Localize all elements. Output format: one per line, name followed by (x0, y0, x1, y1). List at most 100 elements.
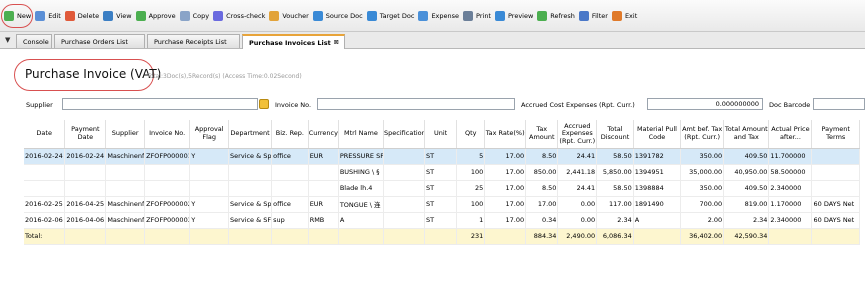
column-header[interactable]: Amt bef. Tax (Rpt. Curr.) (680, 120, 725, 149)
table-row[interactable]: Blade lh.4 ST 25 17.00 8.50 24.41 58.50 1398884… (24, 180, 860, 197)
table-cell: 11.700000 (768, 148, 813, 165)
column-header[interactable]: Payment Date (64, 120, 107, 149)
column-header[interactable]: Qty (456, 120, 486, 149)
new-button[interactable]: New (4, 7, 31, 25)
table-cell (811, 148, 860, 165)
table-cell: ST (424, 148, 458, 165)
target-doc-button[interactable]: Target Doc (366, 7, 415, 25)
tab-purchase-orders-list[interactable]: Purchase Orders List (54, 34, 145, 48)
table-row[interactable]: 2016-02-25 2016-04-25 Maschinenfa ZFOFP0000… (24, 196, 860, 213)
column-header[interactable]: Actual Price after... (768, 120, 813, 149)
tab-purchase-receipts-list[interactable]: Purchase Receipts List (147, 34, 240, 48)
column-header[interactable]: Tax Amount (525, 120, 559, 149)
column-header[interactable]: Biz. Rep. (271, 120, 309, 149)
view-button[interactable]: View (103, 7, 132, 25)
table-cell: 700.00 (680, 196, 725, 213)
toolbar-button-label: Approve (148, 11, 176, 20)
column-header[interactable]: Mtrl Name (338, 120, 385, 149)
total-cell: 6,086.34 (596, 228, 634, 245)
column-header[interactable]: Supplier (105, 120, 146, 149)
total-cell: 36,402.00 (680, 228, 725, 245)
doc-barcode-input[interactable] (813, 98, 865, 110)
total-cell (64, 228, 107, 245)
voucher-button[interactable]: Voucher (269, 7, 309, 25)
column-header[interactable]: Specification (383, 120, 425, 149)
page-title: Purchase Invoice (VAT) (25, 67, 162, 81)
copy-icon (179, 10, 190, 21)
approve-button[interactable]: Approve (135, 7, 176, 25)
table-cell (271, 180, 309, 197)
toolbar-button-label: Preview (507, 11, 534, 20)
table-cell: 2016-04-25 (64, 196, 107, 213)
column-header[interactable]: Invoice No. (144, 120, 191, 149)
table-row[interactable]: 2016-02-06 2016-04-06 Maschinenfa ZFOFP0000… (24, 212, 860, 229)
toolbar-button-label: Copy (192, 11, 210, 20)
table-cell (271, 164, 309, 181)
tab-purchase-invoices-list[interactable]: Purchase Invoices List ⊠ (242, 34, 345, 49)
accrued-input[interactable]: 0.000000000 (647, 98, 763, 110)
view-icon (103, 10, 114, 21)
column-header[interactable]: Accrued Expenses (Rpt. Curr.) (557, 120, 598, 149)
print-button[interactable]: Print (463, 7, 491, 25)
exit-button[interactable]: Exit (611, 7, 637, 25)
table-cell: ZFOFP000002 (144, 196, 191, 213)
tab-label: Purchase Orders List (61, 37, 128, 46)
total-cell (105, 228, 146, 245)
column-header[interactable]: Unit (424, 120, 458, 149)
table-cell: 2.00 (680, 212, 725, 229)
access-info: Total:3Doc(s),5Record(s) (Access Time:0.… (147, 73, 302, 80)
table-cell: TONGUE \ 连 (338, 196, 385, 213)
total-cell (811, 228, 860, 245)
table-row[interactable]: 2016-02-24 2016-02-24 Maschinenfa ZFOFP0000… (24, 148, 860, 165)
tab-console[interactable]: Console (16, 34, 52, 48)
table-row[interactable]: BUSHING \ § ST 100 17.00 850.00 2,441.18 5,850… (24, 164, 860, 181)
total-cell (338, 228, 385, 245)
supplier-lookup-icon[interactable] (259, 99, 269, 109)
filter-button[interactable]: Filter (578, 7, 608, 25)
column-header[interactable]: Approval Flag (189, 120, 230, 149)
table-cell: 100 (456, 196, 486, 213)
main-content: Purchase Invoice (VAT) Total:3Doc(s),5Re… (0, 49, 865, 303)
table-cell: 24.41 (557, 180, 598, 197)
table-cell (144, 164, 191, 181)
table-cell (308, 164, 339, 181)
column-header[interactable]: Tax Rate(%) (484, 120, 527, 149)
column-header[interactable]: Currency (308, 120, 339, 149)
column-header[interactable]: Total Amount and Tax (723, 120, 770, 149)
table-cell: BUSHING \ § (338, 164, 385, 181)
toolbar-button-label: Target Doc (379, 11, 415, 20)
toolbar-button-label: Cross-check (226, 11, 266, 20)
refresh-button[interactable]: Refresh (537, 7, 575, 25)
refresh-icon (537, 10, 548, 21)
supplier-input[interactable] (62, 98, 258, 110)
table-cell: Y (189, 212, 230, 229)
edit-button[interactable]: Edit (35, 7, 61, 25)
table-cell (189, 164, 230, 181)
table-cell: 17.00 (484, 180, 527, 197)
table-cell: 819.00 (723, 196, 770, 213)
delete-button[interactable]: Delete (64, 7, 99, 25)
table-cell (228, 164, 273, 181)
close-tab-icon[interactable]: ⊠ (334, 39, 339, 46)
column-header[interactable]: Material Pull Code (633, 120, 682, 149)
column-header[interactable]: Payment Terms (811, 120, 860, 149)
invoice-no-label: Invoice No. (275, 101, 312, 109)
cross-check-button[interactable]: Cross-check (213, 7, 265, 25)
preview-button[interactable]: Preview (494, 7, 534, 25)
invoice-no-input[interactable] (317, 98, 515, 110)
table-cell: 409.50 (723, 148, 770, 165)
table-cell: 24.41 (557, 148, 598, 165)
column-header[interactable]: Total Discount (596, 120, 634, 149)
column-header[interactable]: Date (24, 120, 66, 149)
new-icon (4, 10, 14, 21)
column-header[interactable]: Department (228, 120, 273, 149)
expense-button[interactable]: Expense (418, 7, 459, 25)
table-cell: 2016-02-25 (24, 196, 66, 213)
accrued-label: Accrued Cost Expenses (Rpt. Curr.) (521, 101, 635, 109)
toolbar: New Edit Delete View Approve Copy Cross-check V… (0, 0, 865, 32)
source-doc-button[interactable]: Source Doc (312, 7, 363, 25)
tab-menu-arrow-icon[interactable]: ▼ (5, 36, 10, 44)
table-cell (811, 164, 860, 181)
copy-button[interactable]: Copy (179, 7, 210, 25)
table-cell: 2016-02-24 (64, 148, 107, 165)
